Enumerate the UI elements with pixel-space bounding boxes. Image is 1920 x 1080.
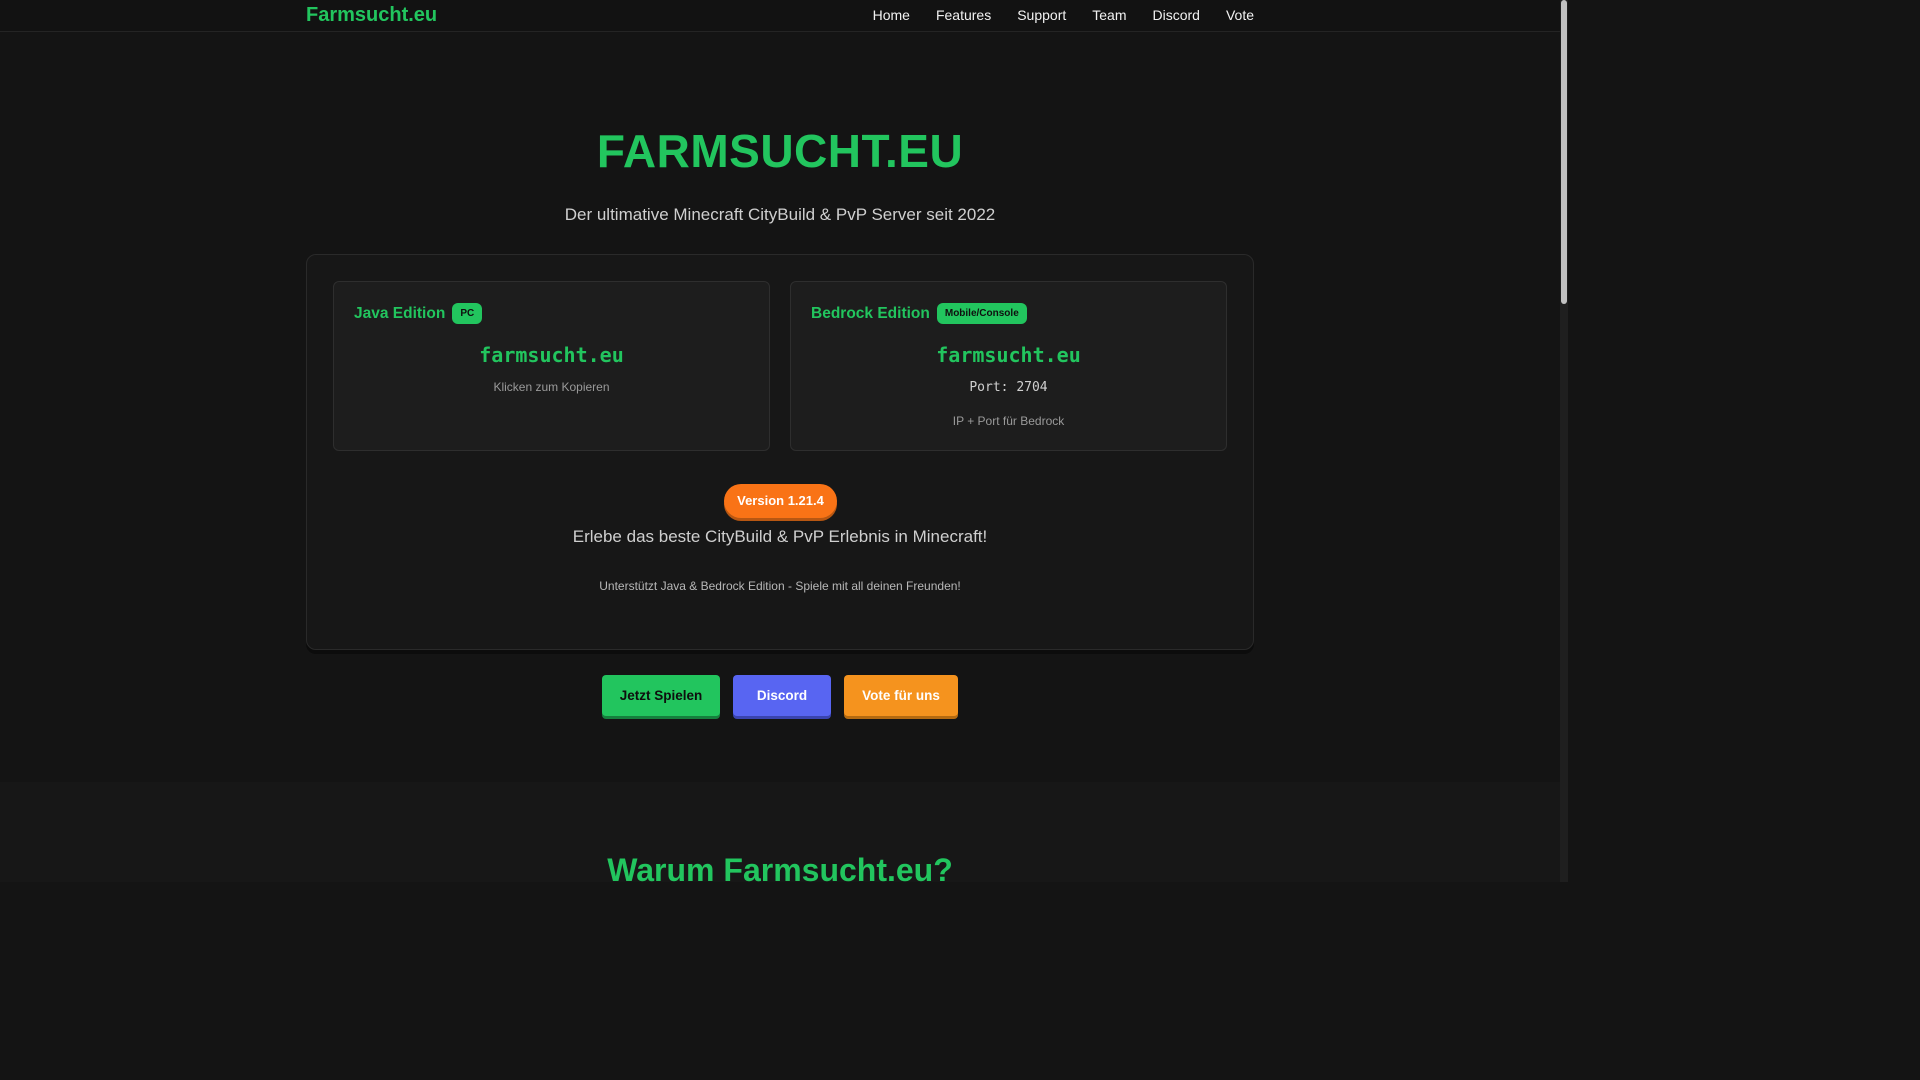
bedrock-edition-header: Bedrock Edition Mobile/Console	[811, 303, 1027, 324]
java-edition-card[interactable]: Java Edition PC farmsucht.eu Klicken zum…	[333, 281, 770, 451]
nav-links: Home Features Support Team Discord Vote	[873, 7, 1254, 23]
discord-button[interactable]: Discord	[733, 675, 831, 716]
page: Farmsucht.eu Home Features Support Team …	[0, 0, 1568, 882]
nav-link-support[interactable]: Support	[1017, 7, 1066, 23]
bedrock-edition-title: Bedrock Edition	[811, 304, 930, 322]
panel-tagline: Erlebe das beste CityBuild & PvP Erlebni…	[572, 527, 988, 546]
cta-button-row: Jetzt Spielen Discord Vote für uns	[0, 675, 1560, 716]
bedrock-platform-badge: Mobile/Console	[936, 303, 1027, 324]
navbar: Farmsucht.eu Home Features Support Team …	[0, 0, 1560, 32]
page-scrollbar[interactable]	[1560, 0, 1568, 882]
nav-link-team[interactable]: Team	[1092, 7, 1126, 23]
nav-link-discord[interactable]: Discord	[1153, 7, 1200, 23]
nav-link-features[interactable]: Features	[936, 7, 991, 23]
bedrock-server-ip[interactable]: farmsucht.eu	[791, 343, 1226, 367]
brand-logo-link[interactable]: Farmsucht.eu	[306, 4, 437, 27]
bedrock-edition-card[interactable]: Bedrock Edition Mobile/Console farmsucht…	[790, 281, 1227, 451]
java-edition-header: Java Edition PC	[354, 303, 483, 324]
hero-title: FARMSUCHT.EU	[596, 125, 964, 177]
java-server-ip[interactable]: farmsucht.eu	[334, 343, 769, 367]
java-platform-badge: PC	[452, 303, 483, 324]
bedrock-server-port: Port: 2704	[969, 380, 1048, 395]
nav-link-home[interactable]: Home	[873, 7, 910, 23]
nav-link-vote[interactable]: Vote	[1226, 7, 1254, 23]
features-section: Warum Farmsucht.eu?	[0, 782, 1560, 882]
hero-subtitle: Der ultimative Minecraft CityBuild & PvP…	[564, 205, 996, 224]
scrollbar-thumb[interactable]	[1561, 0, 1567, 304]
server-info-panel: Java Edition PC farmsucht.eu Klicken zum…	[306, 254, 1254, 650]
vote-button[interactable]: Vote für uns	[844, 675, 958, 716]
bedrock-connect-hint: IP + Port für Bedrock	[952, 414, 1065, 428]
java-copy-hint: Klicken zum Kopieren	[493, 380, 610, 394]
panel-compatibility-note: Unterstützt Java & Bedrock Edition - Spi…	[599, 579, 961, 593]
play-now-button[interactable]: Jetzt Spielen	[602, 675, 720, 716]
java-edition-title: Java Edition	[354, 304, 446, 322]
version-badge: Version 1.21.4	[724, 484, 837, 518]
features-title: Warum Farmsucht.eu?	[607, 852, 953, 882]
